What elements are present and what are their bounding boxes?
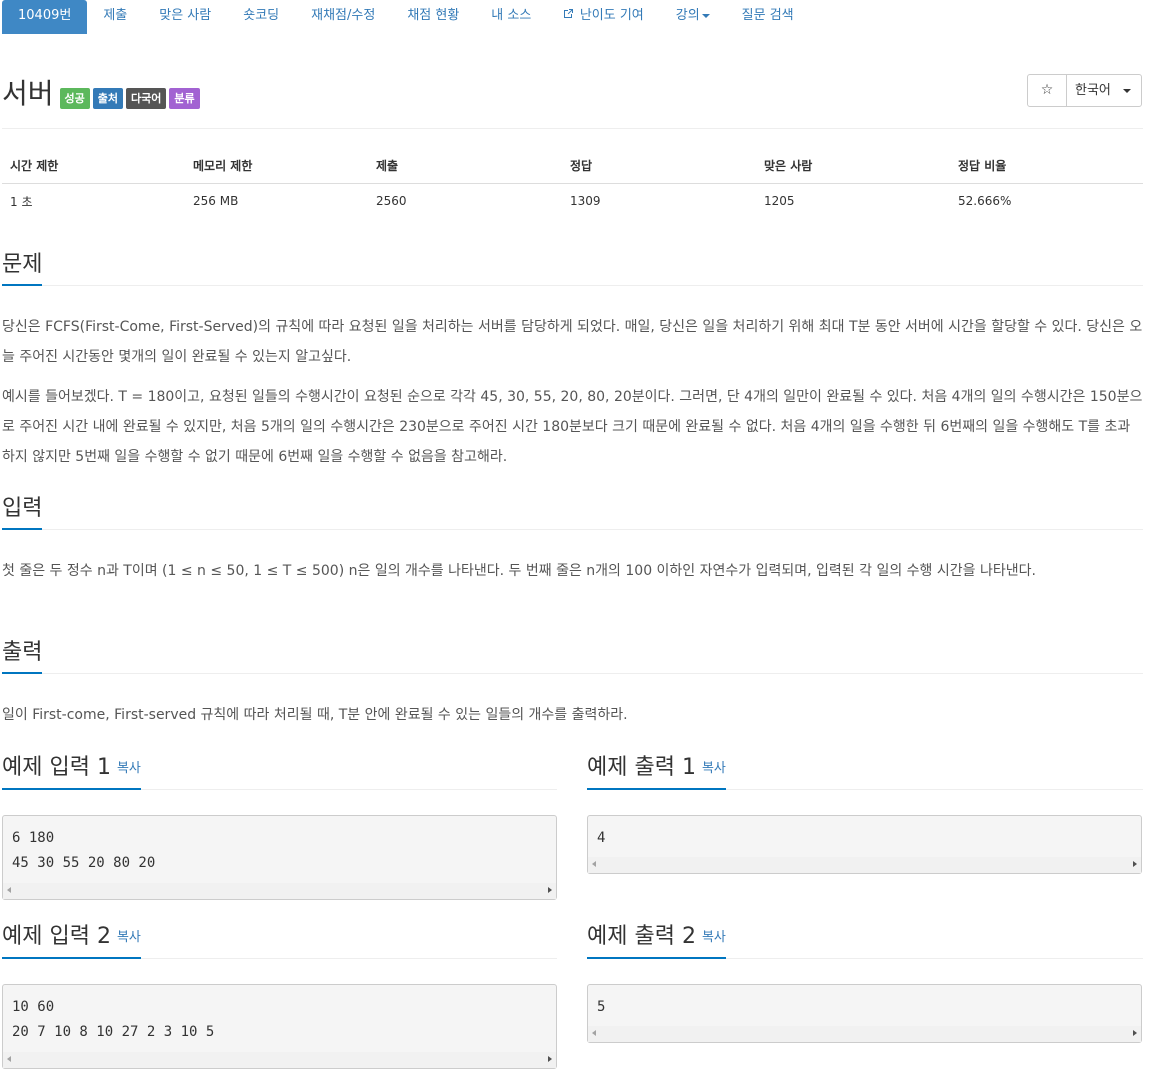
problem-title-row: 서버 성공 출처 다국어 분류 — [2, 72, 200, 112]
tab-my-source[interactable]: 내 소스 — [475, 0, 547, 34]
sample-output-1-copy-button[interactable]: 복사 — [702, 761, 726, 776]
sample-input-2-copy-button[interactable]: 복사 — [117, 930, 141, 945]
sample-output-1-box[interactable]: 4 — [587, 815, 1142, 874]
sample-output-1-title: 예제 출력 1 — [587, 755, 696, 780]
output-paragraph: 일이 First-come, First-served 규칙에 따라 처리될 때… — [2, 707, 628, 723]
scroll-left-arrow-icon[interactable] — [7, 1056, 11, 1062]
sample-input-1-title: 예제 입력 1 — [2, 755, 111, 780]
output-section-header: 출력 — [2, 638, 1143, 674]
tab-question-search[interactable]: 질문 검색 — [726, 0, 810, 34]
title-divider — [2, 128, 1143, 129]
scroll-left-arrow-icon[interactable] — [592, 1030, 596, 1036]
value-memory-limit: 256 MB — [193, 194, 239, 209]
caret-down-icon — [1123, 89, 1131, 93]
badge-category[interactable]: 분류 — [169, 88, 200, 109]
tab-lectures[interactable]: 강의 — [660, 0, 726, 34]
sample-input-2-box[interactable]: 10 60 20 7 10 8 10 27 2 3 10 5 — [2, 984, 557, 1069]
sample-input-1-header: 예제 입력 1 복사 — [2, 753, 557, 790]
star-icon: ☆ — [1040, 82, 1054, 98]
scroll-right-arrow-icon[interactable] — [1133, 861, 1137, 867]
sample-input-1-line-2: 45 30 55 20 80 20 — [12, 855, 156, 871]
sample-output-2-heading: 예제 출력 2 복사 — [587, 922, 726, 959]
badge-source[interactable]: 출처 — [92, 88, 124, 109]
header-memory-limit: 메모리 제한 — [185, 148, 368, 184]
sample-output-1-line-1: 4 — [597, 830, 606, 846]
sample-output-2-box[interactable]: 5 — [587, 984, 1142, 1043]
problem-info-table: 시간 제한 메모리 제한 제출 정답 맞은 사람 정답 비율 1 초 256 M… — [2, 148, 1143, 219]
badge-success[interactable]: 성공 — [59, 88, 90, 109]
value-accept-ratio: 52.666% — [958, 194, 1012, 209]
value-time-limit: 1 초 — [10, 194, 33, 209]
scroll-right-arrow-icon[interactable] — [1133, 1030, 1137, 1036]
description-heading: 문제 — [2, 250, 43, 286]
scroll-right-arrow-icon[interactable] — [548, 1056, 552, 1062]
value-submissions: 2560 — [376, 194, 407, 209]
sample-output-2-header: 예제 출력 2 복사 — [587, 922, 1143, 959]
tab-short-coding[interactable]: 숏코딩 — [227, 0, 295, 34]
header-accept-ratio: 정답 비율 — [950, 148, 1143, 184]
sample-output-2-title: 예제 출력 2 — [587, 924, 696, 949]
header-accepted-users: 맞은 사람 — [756, 148, 950, 184]
problem-toolbar: ☆ 한국어 — [1027, 74, 1142, 107]
tab-accepted-users[interactable]: 맞은 사람 — [143, 0, 227, 34]
problem-title: 서버 — [2, 77, 54, 110]
tab-difficulty-label: 난이도 기여 — [579, 8, 644, 23]
tab-lectures-label: 강의 — [675, 8, 700, 23]
description-section-header: 문제 — [2, 250, 1143, 286]
tab-submit[interactable]: 제출 — [87, 0, 143, 34]
tab-difficulty-contribution[interactable]: 난이도 기여 — [547, 0, 659, 34]
language-select-value: 한국어 — [1075, 83, 1111, 98]
problem-nav-tabs: 10409번 제출 맞은 사람 숏코딩 재채점/수정 채점 현황 내 소스 난이… — [0, 0, 1152, 34]
sample-input-2-heading: 예제 입력 2 복사 — [2, 922, 141, 959]
sample-input-2-line-1: 10 60 — [12, 999, 55, 1015]
header-accepted: 정답 — [562, 148, 756, 184]
problem-badges: 성공 출처 다국어 분류 — [59, 88, 200, 109]
scroll-left-arrow-icon[interactable] — [592, 861, 596, 867]
horizontal-scrollbar[interactable] — [3, 883, 556, 899]
sample-input-2-title: 예제 입력 2 — [2, 924, 111, 949]
language-select[interactable]: 한국어 — [1067, 75, 1141, 106]
description-paragraph-1: 당신은 FCFS(First-Come, First-Served)의 규칙에 … — [2, 319, 1143, 365]
badge-multilingual[interactable]: 다국어 — [126, 88, 167, 109]
sample-output-1-header: 예제 출력 1 복사 — [587, 753, 1143, 790]
scroll-right-arrow-icon[interactable] — [548, 887, 552, 893]
table-row: 1 초 256 MB 2560 1309 1205 52.666% — [2, 183, 1143, 219]
sample-output-2-line-1: 5 — [597, 999, 606, 1015]
sample-input-1-line-1: 6 180 — [12, 830, 55, 846]
table-header-row: 시간 제한 메모리 제한 제출 정답 맞은 사람 정답 비율 — [2, 148, 1143, 184]
sample-input-1-box[interactable]: 6 180 45 30 55 20 80 20 — [2, 815, 557, 900]
horizontal-scrollbar[interactable] — [588, 1026, 1141, 1042]
favorite-star-button[interactable]: ☆ — [1028, 75, 1067, 106]
external-link-icon — [563, 9, 578, 22]
description-paragraph-2: 예시를 들어보겠다. T = 180이고, 요청된 일들의 수행시간이 요청된 … — [2, 389, 1143, 465]
sample-input-1-copy-button[interactable]: 복사 — [117, 761, 141, 776]
input-section-header: 입력 — [2, 494, 1143, 530]
value-accepted-users: 1205 — [764, 194, 795, 209]
header-time-limit: 시간 제한 — [2, 148, 185, 184]
sample-output-1-heading: 예제 출력 1 복사 — [587, 753, 726, 790]
horizontal-scrollbar[interactable] — [3, 1052, 556, 1068]
caret-down-icon — [701, 13, 710, 18]
value-accepted: 1309 — [570, 194, 601, 209]
tab-problem[interactable]: 10409번 — [2, 0, 88, 34]
sample-input-2-line-2: 20 7 10 8 10 27 2 3 10 5 — [12, 1024, 215, 1040]
input-paragraph: 첫 줄은 두 정수 n과 T이며 (1 ≤ n ≤ 50, 1 ≤ T ≤ 50… — [2, 563, 1036, 579]
input-heading: 입력 — [2, 494, 43, 530]
tab-status[interactable]: 채점 현황 — [391, 0, 475, 34]
tab-rejudge[interactable]: 재채점/수정 — [295, 0, 391, 34]
scroll-left-arrow-icon[interactable] — [7, 887, 11, 893]
horizontal-scrollbar[interactable] — [588, 857, 1141, 873]
output-heading: 출력 — [2, 638, 43, 674]
sample-input-2-header: 예제 입력 2 복사 — [2, 922, 557, 959]
header-submissions: 제출 — [368, 148, 562, 184]
sample-output-2-copy-button[interactable]: 복사 — [702, 930, 726, 945]
sample-input-1-heading: 예제 입력 1 복사 — [2, 753, 141, 790]
